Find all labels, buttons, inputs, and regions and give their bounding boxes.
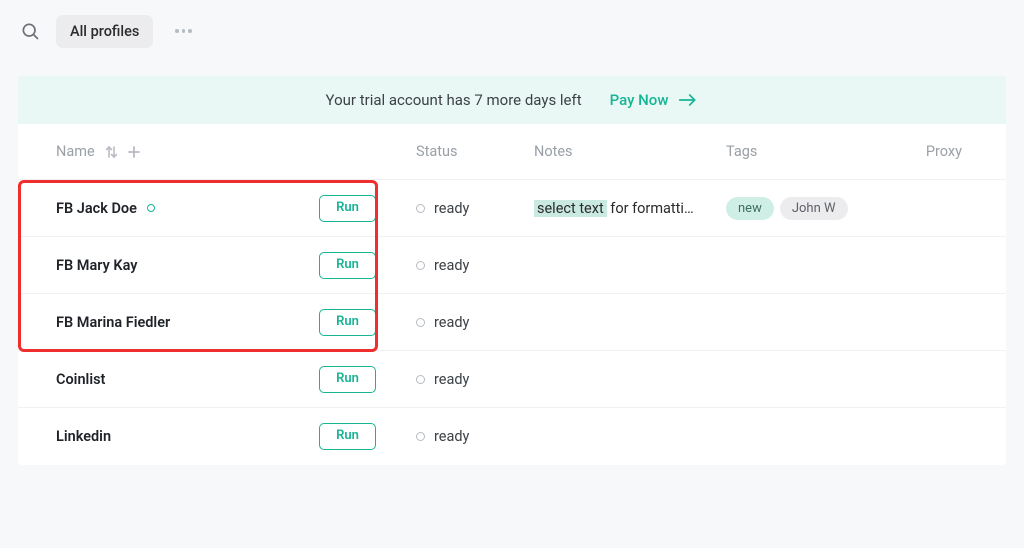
filter-chip-all-profiles[interactable]: All profiles [56,15,153,48]
profile-name: FB Mary Kay [56,257,137,274]
cell-name: FB Jack Doe Run [56,195,416,222]
cell-status: ready [416,200,534,217]
tag[interactable]: new [726,197,774,220]
trial-banner: Your trial account has 7 more days left … [18,76,1006,124]
search-icon[interactable] [20,21,40,41]
run-button[interactable]: Run [319,252,376,279]
status-ring-icon [416,204,425,213]
table-header: Name Status Notes Tags Proxy [18,124,1006,180]
notes-rest: for formatti… [607,200,694,217]
table-row[interactable]: Coinlist Run ready [18,351,1006,408]
profile-name: FB Jack Doe [56,200,137,217]
cell-tags: new John W [726,197,916,220]
column-header-name-label: Name [56,143,95,160]
notes-highlight: select text [534,200,607,217]
profile-name: Coinlist [56,371,105,388]
cell-status: ready [416,428,534,445]
run-button[interactable]: Run [319,195,376,222]
column-header-tags[interactable]: Tags [726,143,916,160]
cell-notes[interactable]: select text for formatti… [534,200,726,217]
status-text: ready [434,371,469,388]
pay-now-link[interactable]: Pay Now [610,91,699,109]
status-text: ready [434,428,469,445]
column-header-name[interactable]: Name [56,143,416,160]
status-ring-icon [416,375,425,384]
pay-now-label: Pay Now [610,91,669,109]
profiles-table: Name Status Notes Tags Proxy FB Jack Doe… [18,124,1006,465]
run-button[interactable]: Run [319,366,376,393]
table-row[interactable]: Linkedin Run ready [18,408,1006,465]
add-column-icon[interactable] [127,145,141,159]
cell-status: ready [416,257,534,274]
cell-name: FB Marina Fiedler Run [56,309,416,336]
arrow-right-icon [678,93,698,107]
table-body: FB Jack Doe Run ready select text for forma… [18,180,1006,465]
run-button[interactable]: Run [319,423,376,450]
cell-name: Linkedin Run [56,423,416,450]
status-dot-icon [147,204,155,212]
cell-name: FB Mary Kay Run [56,252,416,279]
tag[interactable]: John W [780,197,848,220]
topbar: All profiles [0,0,1024,58]
status-ring-icon [416,432,425,441]
column-header-proxy[interactable]: Proxy [916,143,968,160]
status-text: ready [434,257,469,274]
status-ring-icon [416,318,425,327]
table-row[interactable]: FB Marina Fiedler Run ready [18,294,1006,351]
sort-icon[interactable] [105,145,117,159]
cell-name: Coinlist Run [56,366,416,393]
profile-name: FB Marina Fiedler [56,314,170,331]
trial-banner-message: Your trial account has 7 more days left [326,91,582,109]
table-row[interactable]: FB Mary Kay Run ready [18,237,1006,294]
table-row[interactable]: FB Jack Doe Run ready select text for forma… [18,180,1006,237]
column-header-notes[interactable]: Notes [534,143,726,160]
cell-status: ready [416,314,534,331]
status-ring-icon [416,261,425,270]
cell-status: ready [416,371,534,388]
run-button[interactable]: Run [319,309,376,336]
more-icon[interactable] [173,21,193,41]
profile-name: Linkedin [56,428,111,445]
status-text: ready [434,314,469,331]
column-header-status[interactable]: Status [416,143,534,160]
status-text: ready [434,200,469,217]
